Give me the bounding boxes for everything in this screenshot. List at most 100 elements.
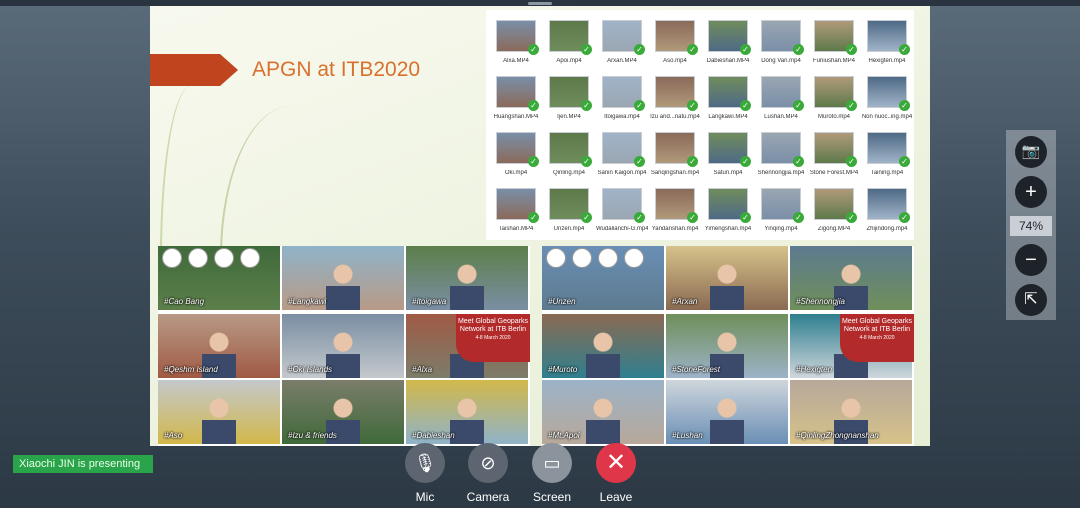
geopark-tag: #Alxa [412,365,433,374]
geopark-tag: #Dabieshan [412,431,455,440]
file-name: Taishan.MP4 [498,226,534,232]
photo-tile: #Izu & friends [282,380,404,444]
checkmark-icon: ✓ [634,100,645,111]
checkmark-icon: ✓ [687,100,698,111]
file-name: Apoi.mp4 [556,58,582,64]
checkmark-icon: ✓ [634,44,645,55]
video-file-item[interactable]: ✓ Satun.mp4 [702,126,754,182]
video-file-item[interactable]: ✓ Oki.mp4 [490,126,542,182]
video-file-item[interactable]: ✓ Non nuoc..ing.mp4 [861,70,913,126]
camera-icon[interactable]: 📷 [1015,136,1047,168]
video-file-item[interactable]: ✓ Apoi.mp4 [543,14,595,70]
logo [240,248,260,268]
checkmark-icon: ✓ [793,156,804,167]
video-file-item[interactable]: ✓ Yimengshan.mp4 [702,182,754,238]
video-file-item[interactable]: ✓ Hexigten.mp4 [861,14,913,70]
video-file-item[interactable]: ✓ Lushan.MP4 [755,70,807,126]
file-name: Oki.mp4 [504,170,528,176]
video-thumbnail: ✓ [814,188,857,223]
geopark-tag: #Unzen [548,297,576,306]
video-thumbnail: ✓ [708,188,751,223]
video-file-item[interactable]: ✓ Zigong.MP4 [808,182,860,238]
file-name: Alxa.MP4 [503,58,529,64]
geopark-tag: #Hexigten [796,365,833,374]
geopark-tag: #Cao Bang [164,297,205,306]
photo-tile: #Qeshm Island [158,314,280,378]
video-file-item[interactable]: ✓ Alxa.MP4 [490,14,542,70]
video-file-item[interactable]: ✓ Izu and...natu.mp4 [649,70,701,126]
mic-label: Mic [415,490,435,504]
checkmark-icon: ✓ [793,44,804,55]
file-name: Taining.mp4 [870,170,904,176]
video-file-item[interactable]: ✓ Sanqingshan.mp4 [649,126,701,182]
video-thumbnail: ✓ [708,20,751,55]
person-figure [450,264,484,310]
logo [214,248,234,268]
video-file-item[interactable]: ✓ Taining.mp4 [861,126,913,182]
video-file-item[interactable]: ✓ Ijen.MP4 [543,70,595,126]
video-file-item[interactable]: ✓ Itoigawa.mp4 [596,70,648,126]
file-name: Yimengshan.mp4 [704,226,752,232]
video-file-item[interactable]: ✓ Wudalianchi-G.mp4 [596,182,648,238]
zoom-in-icon[interactable]: + [1015,176,1047,208]
leave-control[interactable]: ✕ Leave [592,443,640,504]
video-thumbnail: ✓ [814,132,857,167]
close-icon[interactable]: ✕ [596,443,636,483]
geopark-tag: #Langkawi [288,297,327,306]
shared-slide: APGN at ITB2020 ✓ Alxa.MP4 ✓ Apoi.mp4 ✓ Arxan… [150,6,930,446]
geopark-tag: #Arxan [672,297,698,306]
meet-date: 4-8 March 2020 [859,335,895,341]
video-file-item[interactable]: ✓ Huangshan.MP4 [490,70,542,126]
video-thumbnail: ✓ [655,76,698,111]
video-file-item[interactable]: ✓ Sanin Kaigon.mp4 [596,126,648,182]
geopark-tag: #Shennongjia [796,297,845,306]
video-file-item[interactable]: ✓ Langkawi.MP4 [702,70,754,126]
video-file-item[interactable]: ✓ Dabieshan.MP4 [702,14,754,70]
video-thumbnail: ✓ [655,20,698,55]
drag-handle[interactable] [528,2,552,5]
camera-control[interactable]: ⊘ Camera [464,443,512,504]
video-file-item[interactable]: ✓ Yinqing.mp4 [755,182,807,238]
video-file-item[interactable]: ✓ Qinling.mp4 [543,126,595,182]
video-file-item[interactable]: ✓ Dong Van.mp4 [755,14,807,70]
file-name: Stone Forest.MP4 [809,170,859,176]
photo-tile: #Muroto [542,314,664,378]
mic-muted-icon[interactable]: 🎙 [405,443,445,483]
camera-off-icon[interactable]: ⊘ [468,443,508,483]
video-file-item[interactable]: ✓ Unzen.mp4 [543,182,595,238]
video-file-item[interactable]: ✓ Zhijindong.mp4 [861,182,913,238]
zoom-panel: 📷 + 74% − ⇱ [1006,130,1056,320]
photo-tile: #Aso [158,380,280,444]
meet-text: Meet Global Geoparks Network at ITB Berl… [841,318,913,333]
video-file-item[interactable]: ✓ Taishan.MP4 [490,182,542,238]
video-file-item[interactable]: ✓ Muroto.mp4 [808,70,860,126]
video-thumbnail: ✓ [761,20,804,55]
file-name: Yinqing.mp4 [764,226,798,232]
video-file-item[interactable]: ✓ Funiushan.MP4 [808,14,860,70]
person-figure [710,264,744,310]
video-file-item[interactable]: ✓ Aso.mp4 [649,14,701,70]
photo-collage-left: #Cao Bang #Langkawi #Itoigawa #Qeshm Island… [158,246,530,446]
screen-control[interactable]: ▭ Screen [528,443,576,504]
photo-tile: #Lushan [666,380,788,444]
video-file-item[interactable]: ✓ Arxan.MP4 [596,14,648,70]
screen-share-icon[interactable]: ▭ [532,443,572,483]
zoom-out-icon[interactable]: − [1015,244,1047,276]
video-thumbnail: ✓ [655,188,698,223]
mic-control[interactable]: 🎙 Mic [401,443,449,504]
checkmark-icon: ✓ [528,156,539,167]
popout-icon[interactable]: ⇱ [1015,284,1047,316]
file-name: Yandanshan.mp4 [651,226,699,232]
file-name: Langkawi.MP4 [708,114,748,120]
geopark-tag: #Qeshm Island [164,365,218,374]
checkmark-icon: ✓ [634,212,645,223]
photo-tile: #Itoigawa [406,246,528,310]
file-name: Itoigawa.mp4 [604,114,640,120]
meet-ggn-badge: Meet Global Geoparks Network at ITB Berl… [456,314,530,362]
video-thumbnail: ✓ [549,188,592,223]
photo-collage-right: #Unzen #Arxan #Shennongjia #Muroto #StoneFor… [542,246,914,446]
video-file-item[interactable]: ✓ Yandanshan.mp4 [649,182,701,238]
file-name: Zigong.MP4 [817,226,851,232]
video-file-item[interactable]: ✓ Shennongjia.mp4 [755,126,807,182]
video-file-item[interactable]: ✓ Stone Forest.MP4 [808,126,860,182]
